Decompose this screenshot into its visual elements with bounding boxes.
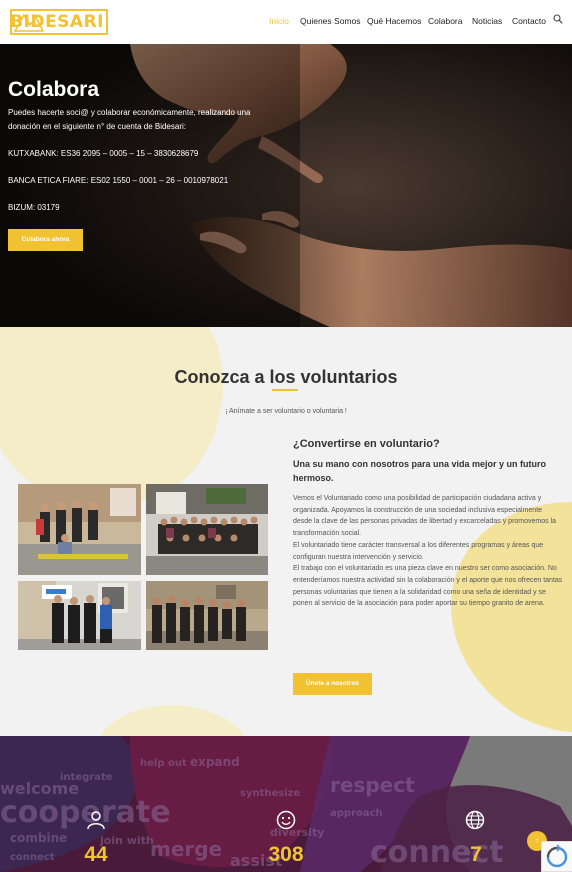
- hero-section: Colabora Puedes hacerte soci@ y colabora…: [0, 44, 572, 327]
- site-header: BIDESARI Inicio Quienes Somos Qué Hacemo…: [0, 0, 572, 44]
- svg-text:integrate: integrate: [60, 772, 113, 783]
- recaptcha-badge[interactable]: [541, 841, 572, 872]
- search-icon[interactable]: [553, 14, 563, 24]
- colabora-ahora-button[interactable]: Colabora ahora: [8, 229, 83, 251]
- volunteer-paragraph-1: Vemos el Voluntariado como una posibilid…: [293, 495, 557, 538]
- hero-intro: Puedes hacerte soci@ y colaborar económi…: [8, 108, 251, 131]
- nav-item-que-hacemos[interactable]: Qué Hacemos: [367, 16, 421, 26]
- volunteer-photo-2: [146, 484, 268, 575]
- nav-item-colabora[interactable]: Colabora: [428, 16, 463, 26]
- main-nav: Inicio Quienes Somos Qué Hacemos Colabor…: [0, 16, 572, 30]
- volunteer-photo-1: [18, 484, 141, 575]
- unete-button[interactable]: Únete a nosotros: [293, 673, 372, 695]
- volunteers-title-post: voluntarios: [295, 367, 398, 387]
- volunteers-title-highlight: los: [269, 367, 296, 387]
- hero-kutxabank: KUTXABANK: ES36 2095 – 0005 – 15 – 38306…: [8, 149, 199, 158]
- svg-text:synthesize: synthesize: [240, 788, 300, 799]
- hero-title: Colabora: [8, 78, 100, 101]
- svg-text:approach: approach: [330, 808, 383, 819]
- globe-icon: [465, 810, 485, 830]
- svg-text:merge: merge: [150, 837, 222, 861]
- volunteer-heading: ¿Convertirse en voluntario?: [293, 438, 440, 450]
- nav-item-inicio[interactable]: Inicio: [269, 16, 289, 26]
- nav-item-noticias[interactable]: Noticias: [472, 16, 502, 26]
- volunteers-title: Conozca a los voluntarios: [0, 367, 572, 388]
- volunteer-photo-4: [146, 581, 268, 650]
- volunteer-paragraph-2: El voluntariado tiene carácter transvers…: [293, 541, 544, 561]
- volunteer-subheading: Una su mano con nosotros para una vida m…: [293, 459, 547, 483]
- svg-text:connect: connect: [10, 852, 55, 863]
- smile-icon: [276, 810, 296, 830]
- nav-item-quienes-somos[interactable]: Quienes Somos: [300, 16, 360, 26]
- volunteer-body: Vemos el Voluntariado como una posibilid…: [293, 493, 563, 610]
- svg-text:help out: help out: [140, 758, 187, 769]
- svg-text:respect: respect: [330, 773, 415, 797]
- recaptcha-icon: [546, 844, 568, 868]
- svg-text:combine: combine: [10, 831, 67, 845]
- stat-countries-value: 7: [470, 843, 482, 866]
- volunteers-title-pre: Conozca a: [174, 367, 270, 387]
- volunteer-photo-3: [18, 581, 141, 650]
- volunteers-subtitle: ¡ Anímate a ser voluntario o voluntaria …: [225, 408, 347, 415]
- user-icon: [87, 811, 105, 830]
- svg-text:expand: expand: [190, 755, 240, 769]
- hero-bizum: BIZUM: 03179: [8, 203, 60, 212]
- stats-section: welcome cooperate integrate combine merg…: [0, 736, 572, 872]
- volunteer-paragraph-3: El trabajo con el voluntariado es una pi…: [293, 565, 563, 608]
- stat-volunteers-value: 44: [84, 843, 108, 866]
- page: BIDESARI Inicio Quienes Somos Qué Hacemo…: [0, 0, 572, 872]
- stat-people-value: 308: [268, 843, 304, 866]
- title-underline: [272, 389, 298, 391]
- hero-banca-etica: BANCA ETICA FIARE: ES02 1550 – 0001 – 26…: [8, 176, 229, 185]
- volunteers-section: Conozca a los voluntarios ¡ Anímate a se…: [0, 327, 572, 736]
- nav-item-contacto[interactable]: Contacto: [512, 16, 546, 26]
